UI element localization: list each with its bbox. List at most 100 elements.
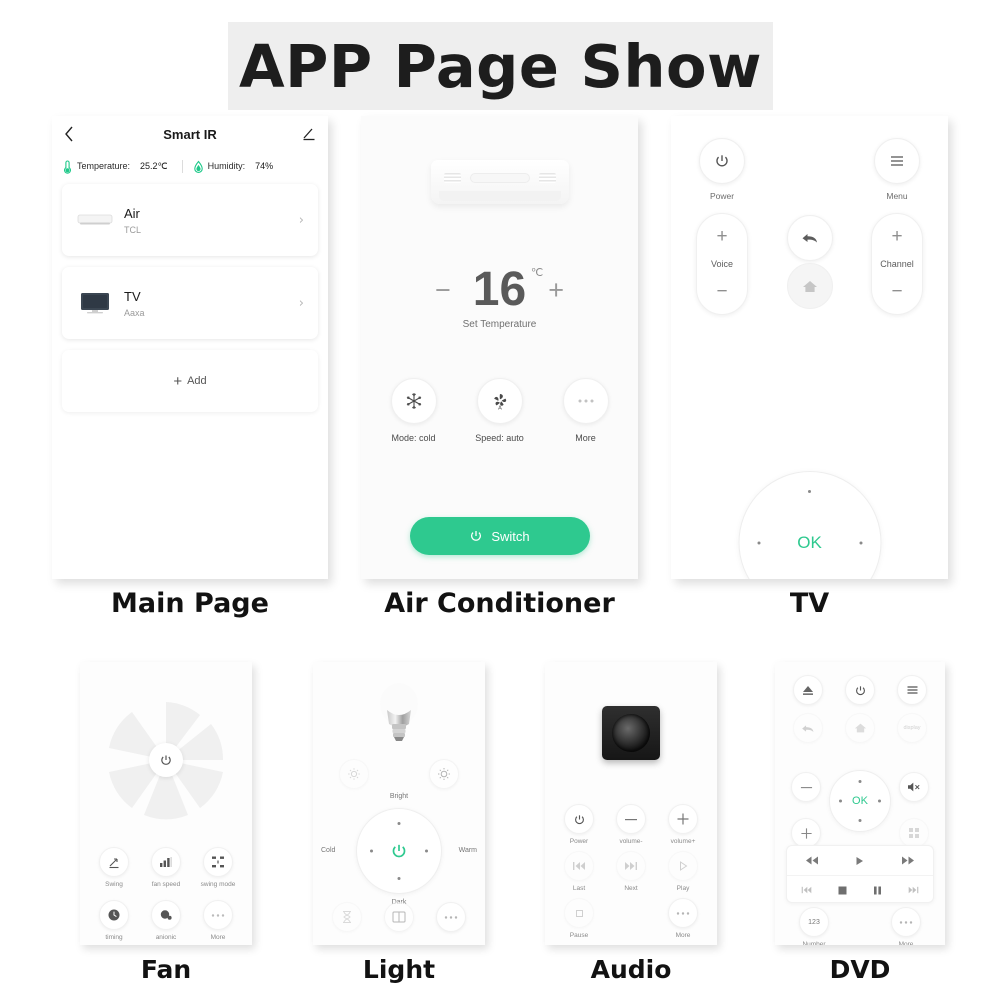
channel-minus-button[interactable]: − [891, 282, 902, 301]
audio-power-button[interactable]: Power [556, 804, 602, 845]
mode-cold-button[interactable]: Mode: cold [388, 378, 440, 443]
tv-power-button[interactable]: Power [699, 138, 745, 201]
ac-vent-left [443, 173, 461, 183]
humidity-sensor: Humidity: 74% [193, 160, 273, 173]
tv-menu-button[interactable]: Menu [874, 138, 920, 201]
dvd-more-button[interactable]: More [883, 907, 929, 945]
dvd-back-button[interactable] [785, 713, 831, 743]
add-device-button[interactable]: + Add [62, 350, 318, 412]
voice-pill[interactable]: + Voice − [696, 213, 748, 315]
dvd-transport-panel [786, 845, 934, 903]
device-name: TV [124, 288, 141, 304]
dvd-dial-right-icon[interactable] [878, 799, 881, 803]
temperature-minus-button[interactable]: − [435, 276, 451, 304]
dpad-up-icon[interactable] [808, 490, 811, 493]
audio-pause-button[interactable]: Pause [556, 898, 602, 939]
fan-power-button[interactable] [149, 743, 183, 777]
fan-speed-button[interactable]: fan speed [143, 847, 189, 888]
channel-plus-button[interactable]: + [891, 227, 902, 246]
fan-timing-button[interactable]: timing [91, 900, 137, 941]
tv-home-button[interactable] [786, 263, 833, 309]
dvd-power-button[interactable] [837, 675, 883, 705]
light-power-button[interactable] [390, 842, 408, 860]
fan-swing-mode-label: swing mode [200, 881, 236, 888]
next-track-icon[interactable] [907, 886, 920, 894]
dvd-display-button[interactable]: display [889, 713, 935, 743]
humidity-label: Humidity: [207, 161, 246, 171]
light-brightness-button[interactable] [429, 759, 459, 789]
channel-pill[interactable]: + Channel − [871, 213, 923, 315]
stop-icon[interactable] [838, 886, 847, 895]
dpad[interactable]: OK [738, 471, 881, 579]
dvd-plus-button[interactable] [791, 818, 821, 848]
dvd-ok-button[interactable]: OK [852, 795, 868, 807]
audio-button-row-1: Power volume- volume+ [545, 804, 717, 845]
svg-text:A: A [498, 406, 502, 411]
fan-more-label: More [210, 934, 226, 941]
fan-swing-mode-button[interactable]: swing mode [195, 847, 241, 888]
tv-voice-control[interactable]: + Voice − [696, 213, 748, 315]
audio-last-button[interactable]: Last [556, 851, 602, 892]
dvd-screen: display OK 123 Number More [775, 662, 945, 945]
sensor-divider [181, 159, 183, 173]
eject-icon [793, 675, 823, 705]
audio-volume-up-button[interactable]: volume+ [660, 804, 706, 845]
light-dial-down-icon[interactable] [397, 877, 401, 880]
temperature-plus-button[interactable]: + [548, 276, 564, 304]
next-track-icon [616, 851, 646, 881]
speed-auto-button[interactable]: A Speed: auto [474, 378, 526, 443]
dvd-eject-button[interactable] [785, 675, 831, 705]
fan-more-button[interactable]: More [195, 900, 241, 941]
pencil-icon[interactable] [302, 127, 316, 141]
dvd-number-button[interactable]: 123 Number [791, 907, 837, 945]
set-temperature-label: Set Temperature [462, 319, 537, 330]
fast-forward-icon[interactable] [901, 856, 915, 865]
dvd-menu-button[interactable] [889, 675, 935, 705]
audio-volume-down-button[interactable]: volume- [608, 804, 654, 845]
previous-track-icon [564, 851, 594, 881]
fan-swing-button[interactable]: Swing [91, 847, 137, 888]
light-dial-left-icon[interactable] [370, 849, 373, 853]
fan-anionic-button[interactable]: anionic [143, 900, 189, 941]
tv-back-button[interactable] [786, 215, 833, 261]
light-dial-right-icon[interactable] [425, 849, 428, 853]
light-dial-up-icon[interactable] [397, 822, 401, 825]
light-dial[interactable] [356, 808, 442, 894]
dvd-mute-button[interactable] [899, 772, 929, 802]
light-scene-button[interactable] [376, 902, 422, 932]
dvd-dial-left-icon[interactable] [839, 799, 842, 803]
rewind-icon[interactable] [805, 856, 819, 865]
audio-play-button[interactable]: Play [660, 851, 706, 892]
device-list: Air TCL › TV Aaxa › + Add [52, 180, 328, 412]
device-row-air[interactable]: Air TCL › [62, 184, 318, 256]
light-night-button[interactable] [339, 759, 369, 789]
light-timer-button[interactable] [324, 902, 370, 932]
light-bulb-icon [376, 680, 422, 756]
play-icon[interactable] [855, 856, 864, 866]
previous-track-icon[interactable] [800, 886, 813, 894]
switch-button[interactable]: Switch [409, 517, 590, 555]
dvd-dial[interactable]: OK [829, 770, 891, 832]
chevron-right-icon[interactable]: › [299, 296, 304, 311]
dvd-dial-down-icon[interactable] [858, 819, 862, 822]
dpad-ok-button[interactable]: OK [739, 533, 880, 553]
mode-cold-label: Mode: cold [391, 433, 436, 443]
tv-channel-control[interactable]: + Channel − [871, 213, 923, 315]
chevron-right-icon[interactable]: › [299, 213, 304, 228]
light-more-button[interactable] [428, 902, 474, 932]
audio-more-button[interactable]: More [660, 898, 706, 939]
light-bright-label: Bright [389, 793, 409, 800]
more-button[interactable]: More [560, 378, 612, 443]
dvd-minus-button[interactable] [791, 772, 821, 802]
dvd-dial-up-icon[interactable] [858, 780, 862, 783]
pause-icon[interactable] [873, 886, 882, 895]
audio-screen: Power volume- volume+ Last Next Play Pau… [545, 662, 717, 945]
dvd-grid-button[interactable] [899, 818, 929, 848]
voice-plus-button[interactable]: + [716, 227, 727, 246]
page-title: APP Page Show [239, 31, 762, 101]
ac-louver [438, 191, 561, 201]
device-row-tv[interactable]: TV Aaxa › [62, 267, 318, 339]
voice-minus-button[interactable]: − [716, 282, 727, 301]
dvd-home-button[interactable] [837, 713, 883, 743]
audio-next-button[interactable]: Next [608, 851, 654, 892]
